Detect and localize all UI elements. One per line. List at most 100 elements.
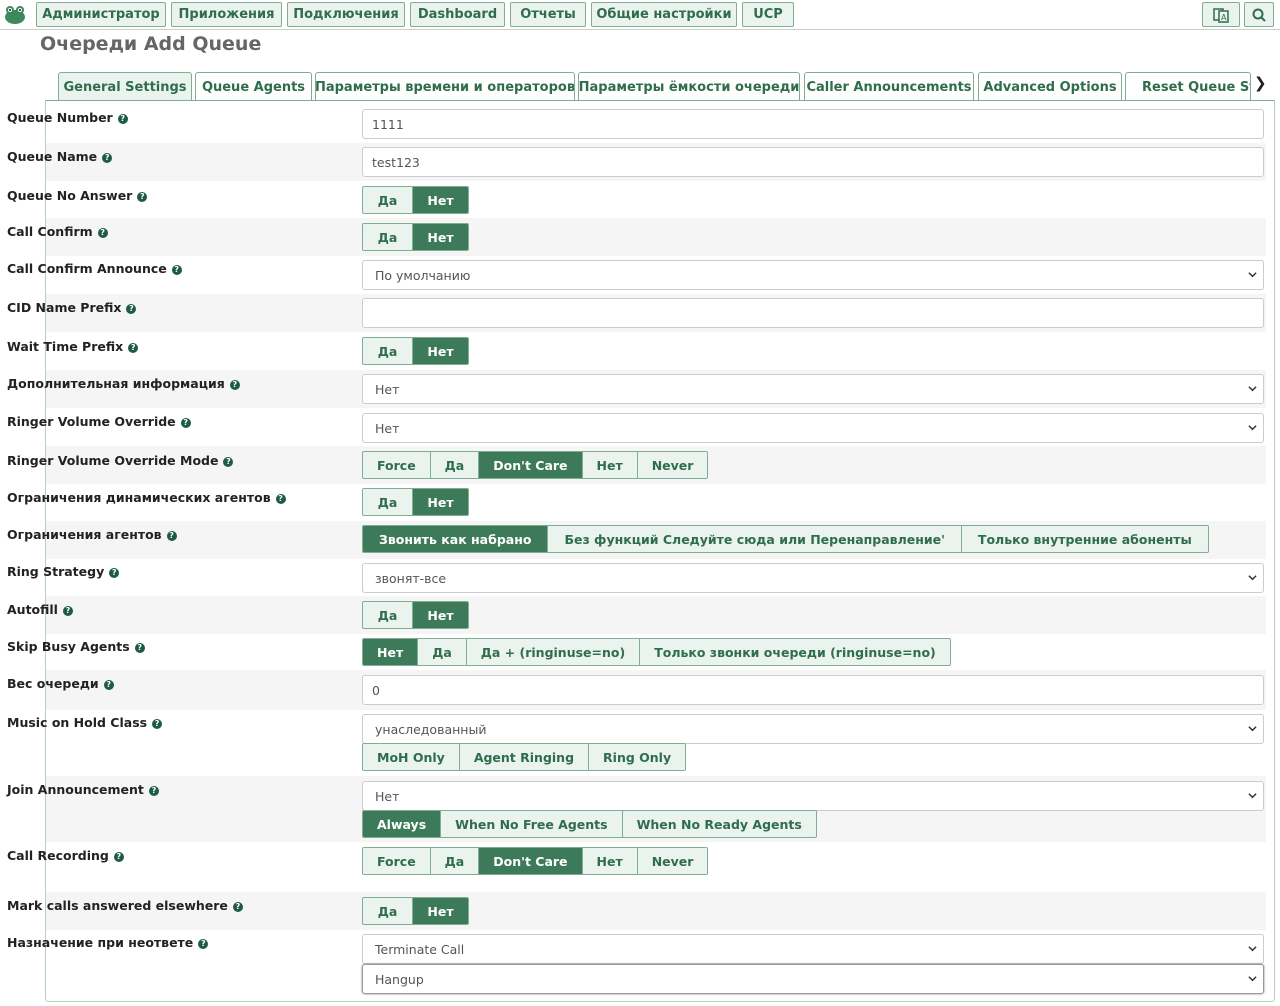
mark-calls-label: Mark calls answered elsewhere? [7,898,243,913]
help-icon[interactable]: ? [198,939,209,949]
tabs-scroll-right-icon[interactable]: ❯ [1254,74,1267,92]
nav-admin[interactable]: Администратор [36,2,166,27]
yes-option[interactable]: Да [430,452,480,478]
fail-destination-select[interactable]: Terminate Call [362,934,1264,964]
chevron-down-icon [1248,575,1257,581]
extra-info-select[interactable]: Нет [362,374,1264,404]
help-icon[interactable]: ? [113,852,124,862]
moh-class-select[interactable]: унаследованный [362,714,1264,744]
help-icon[interactable]: ? [223,457,234,467]
no-option[interactable]: Нет [413,898,468,924]
no-option[interactable]: Нет [413,602,468,628]
ringer-volume-override-label: Ringer Volume Override? [7,414,191,429]
ring-strategy-select[interactable]: звонят-все [362,563,1264,593]
help-icon[interactable]: ? [275,494,286,504]
help-icon[interactable]: ? [102,153,113,163]
autofill-toggle: Да Нет [362,601,469,629]
dont-care-option[interactable]: Don't Care [479,452,583,478]
no-free-agents-option[interactable]: When No Free Agents [441,811,623,837]
yes-option[interactable]: Да [363,898,413,924]
agent-ringing-option[interactable]: Agent Ringing [459,744,590,770]
yes-option[interactable]: Да [363,224,413,250]
help-icon[interactable]: ? [126,304,137,314]
no-ready-agents-option[interactable]: When No Ready Agents [622,811,816,837]
queue-name-input[interactable]: test123 [362,147,1264,177]
no-option[interactable]: Нет [413,187,468,213]
help-icon[interactable]: ? [128,343,139,353]
help-icon[interactable]: ? [137,192,148,202]
freepbx-logo-icon[interactable] [3,4,27,26]
tab-queue-capacity[interactable]: Параметры ёмкости очереди [578,72,800,101]
extra-info-label: Дополнительная информация? [7,376,240,391]
nav-settings[interactable]: Общие настройки [591,2,737,27]
call-confirm-announce-label: Call Confirm Announce? [7,261,182,276]
yes-option[interactable]: Да [418,639,467,665]
select-value: Terminate Call [375,941,465,957]
extensions-only-option[interactable]: Только внутренние абоненты [961,526,1208,552]
chevron-down-icon [1248,425,1257,431]
call-confirm-toggle: Да Нет [362,223,469,251]
help-icon[interactable]: ? [180,418,191,428]
cid-name-prefix-input[interactable] [362,298,1264,328]
tab-reset-queue-stats[interactable]: Reset Queue Stat [1125,72,1251,101]
chevron-down-icon [1248,976,1257,982]
help-icon[interactable]: ? [62,606,73,616]
help-icon[interactable]: ? [148,786,159,796]
tab-queue-agents[interactable]: Queue Agents [195,72,312,101]
tab-general-settings[interactable]: General Settings [58,72,192,102]
help-icon[interactable]: ? [152,719,163,729]
no-option[interactable]: Нет [413,338,468,364]
help-icon[interactable]: ? [134,643,145,653]
ringer-volume-override-mode-group: Force Да Don't Care Нет Never [362,451,709,479]
tab-time-operators[interactable]: Параметры времени и операторов [315,72,575,101]
help-icon[interactable]: ? [117,114,128,124]
language-button[interactable]: A [1202,2,1240,27]
dont-care-option[interactable]: Don't Care [479,848,583,874]
no-option[interactable]: Нет [363,639,419,665]
help-icon[interactable]: ? [171,265,182,275]
call-recording-group: Force Да Don't Care Нет Never [362,847,709,875]
yes-ringinuse-option[interactable]: Да + (ringinuse=no) [466,639,641,665]
never-option[interactable]: Never [637,452,708,478]
yes-option[interactable]: Да [430,848,480,874]
queue-weight-input[interactable]: 0 [362,675,1264,705]
never-option[interactable]: Never [637,848,708,874]
help-icon[interactable]: ? [97,228,108,238]
yes-option[interactable]: Да [363,602,413,628]
moh-only-option[interactable]: MoH Only [363,744,460,770]
always-option[interactable]: Always [363,811,442,837]
call-as-dialed-option[interactable]: Звонить как набрано [363,526,549,552]
nav-reports[interactable]: Отчеты [510,2,586,27]
help-icon[interactable]: ? [109,568,120,578]
help-icon[interactable]: ? [166,531,177,541]
nav-applications[interactable]: Приложения [171,2,282,27]
help-icon[interactable]: ? [232,902,243,912]
fail-destination-target-select[interactable]: Hangup [362,964,1264,994]
help-icon[interactable]: ? [229,380,240,390]
yes-option[interactable]: Да [363,338,413,364]
queue-calls-only-option[interactable]: Только звонки очереди (ringinuse=no) [640,639,950,665]
wait-time-prefix-label: Wait Time Prefix? [7,339,139,354]
yes-option[interactable]: Да [363,489,413,515]
join-announcement-select[interactable]: Нет [362,781,1264,811]
no-option[interactable]: Нет [582,452,638,478]
queue-name-label: Queue Name? [7,149,113,164]
nav-dashboard[interactable]: Dashboard [410,2,505,27]
no-option[interactable]: Нет [413,489,468,515]
ring-only-option[interactable]: Ring Only [589,744,686,770]
tab-advanced-options[interactable]: Advanced Options [978,72,1122,101]
queue-number-input[interactable]: 1111 [362,109,1264,139]
no-option[interactable]: Нет [413,224,468,250]
nav-ucp[interactable]: UCP [742,2,794,27]
force-option[interactable]: Force [363,848,431,874]
yes-option[interactable]: Да [363,187,413,213]
tab-caller-announcements[interactable]: Caller Announcements [804,72,974,101]
nav-connectivity[interactable]: Подключения [287,2,405,27]
help-icon[interactable]: ? [103,680,114,690]
force-option[interactable]: Force [363,452,431,478]
search-button[interactable] [1244,2,1274,27]
no-option[interactable]: Нет [582,848,638,874]
no-follow-me-option[interactable]: Без функций Следуйте сюда или Перенаправ… [548,526,962,552]
ringer-volume-override-select[interactable]: Нет [362,413,1264,443]
call-confirm-announce-select[interactable]: По умолчанию [362,260,1264,290]
